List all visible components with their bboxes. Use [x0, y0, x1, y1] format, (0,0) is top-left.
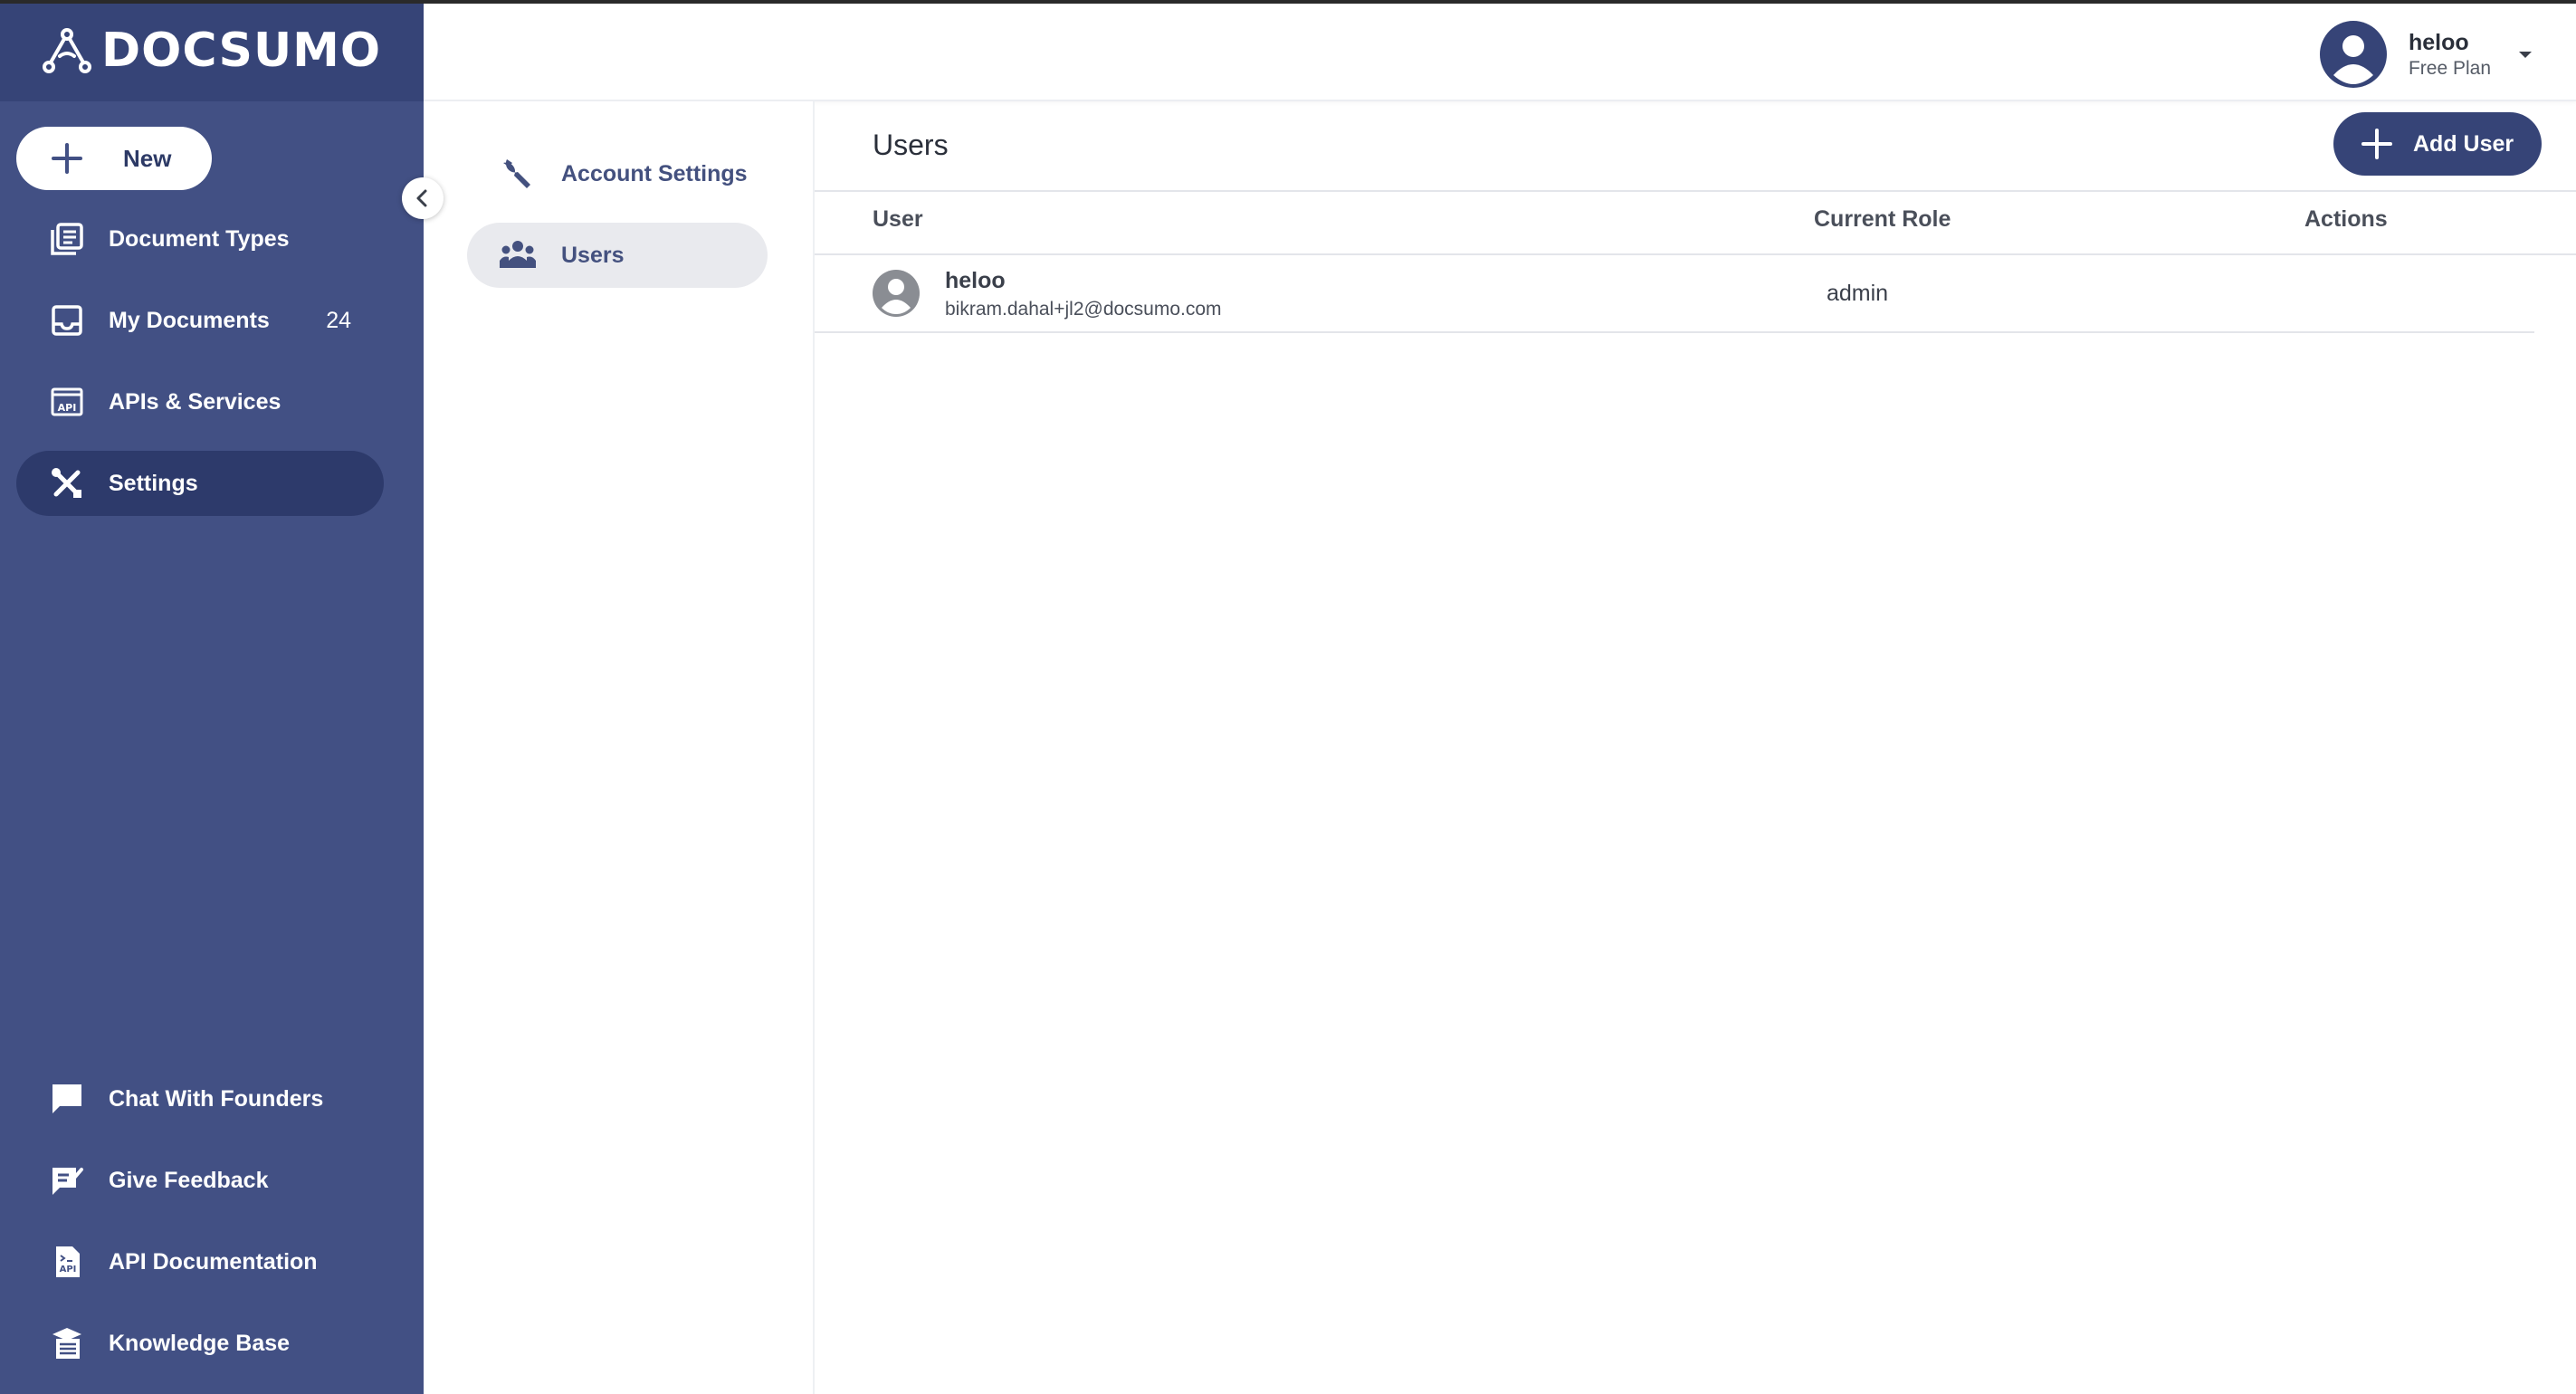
- page-title: Users: [873, 129, 949, 161]
- user-avatar-icon: [873, 270, 920, 317]
- user-row-role: admin: [1827, 281, 1889, 306]
- plus-icon: [2361, 129, 2392, 159]
- sidebar-item-api-documentation[interactable]: API API Documentation: [16, 1229, 384, 1294]
- sidebar-item-chat-with-founders[interactable]: Chat With Founders: [16, 1066, 384, 1131]
- sidebar-item-label: Document Types: [109, 225, 290, 252]
- new-button-label: New: [123, 144, 172, 172]
- settings-nav-label: Account Settings: [561, 160, 748, 186]
- chat-icon: [47, 1079, 87, 1119]
- sidebar-item-give-feedback[interactable]: Give Feedback: [16, 1148, 384, 1213]
- brand-logo[interactable]: DOCSUMO: [0, 0, 424, 101]
- add-user-label: Add User: [2413, 130, 2514, 157]
- users-panel: Users Add User User Current Role Actions…: [815, 101, 2576, 1394]
- users-group-icon: [500, 241, 536, 268]
- sidebar-item-knowledge-base[interactable]: Knowledge Base: [16, 1311, 384, 1376]
- svg-text:API: API: [58, 402, 77, 414]
- avatar: [2319, 21, 2387, 88]
- api-doc-icon: API: [47, 1242, 87, 1282]
- sidebar-item-my-documents[interactable]: My Documents 24: [16, 288, 384, 353]
- settings-nav-label: Users: [561, 242, 625, 268]
- sidebar-item-label: Chat With Founders: [109, 1085, 324, 1112]
- sidebar-item-settings[interactable]: Settings: [16, 451, 384, 516]
- sidebar: DOCSUMO New Document Types My Documents …: [0, 0, 424, 1394]
- settings-nav-users[interactable]: Users: [467, 223, 768, 288]
- new-button[interactable]: New: [16, 127, 212, 190]
- brand-name: DOCSUMO: [101, 24, 382, 78]
- sidebar-item-apis-services[interactable]: API APIs & Services: [16, 369, 384, 434]
- knowledge-base-icon: [47, 1323, 87, 1363]
- caret-down-icon: [2519, 52, 2532, 58]
- sidebar-item-document-types[interactable]: Document Types: [16, 206, 384, 272]
- sidebar-item-label: API Documentation: [109, 1248, 318, 1275]
- svg-text:API: API: [60, 1265, 77, 1275]
- user-info: heloo Free Plan: [2409, 30, 2491, 80]
- user-name: heloo: [2408, 29, 2469, 55]
- user-avatar-icon: [2333, 35, 2373, 84]
- add-user-button[interactable]: Add User: [2333, 112, 2542, 176]
- table-row[interactable]: heloo bikram.dahal+jl2@docsumo.com admin: [815, 255, 2534, 331]
- user-row-name: heloo: [945, 268, 1006, 293]
- wrench-icon: [503, 159, 530, 188]
- plus-icon: [52, 143, 82, 174]
- document-types-icon: [47, 219, 87, 259]
- top-header: heloo Free Plan: [424, 4, 2576, 101]
- chevron-left-icon: [416, 189, 427, 207]
- user-plan: Free Plan: [2408, 57, 2491, 79]
- settings-nav-account-settings[interactable]: Account Settings: [467, 141, 768, 206]
- collapse-sidebar-button[interactable]: [402, 177, 444, 219]
- header-divider: [815, 190, 2576, 192]
- settings-nav: Account Settings Users: [424, 101, 815, 1394]
- api-icon: API: [47, 382, 87, 422]
- docsumo-logo-icon: [43, 28, 91, 73]
- settings-tools-icon: [47, 463, 87, 503]
- column-header-user[interactable]: User: [873, 206, 923, 233]
- window-top-border: [0, 0, 2576, 4]
- sidebar-item-label: My Documents: [109, 307, 270, 333]
- sidebar-item-label: APIs & Services: [109, 388, 281, 415]
- row-divider: [815, 331, 2534, 333]
- column-header-actions: Actions: [2304, 206, 2388, 232]
- user-row-email: bikram.dahal+jl2@docsumo.com: [945, 299, 1222, 320]
- feedback-icon: [47, 1160, 87, 1200]
- sidebar-item-label: Knowledge Base: [109, 1330, 291, 1356]
- sidebar-item-label: Give Feedback: [109, 1167, 269, 1193]
- inbox-icon: [47, 301, 87, 340]
- column-header-current-role[interactable]: Current Role: [1814, 206, 1951, 233]
- user-menu[interactable]: heloo Free Plan: [2319, 18, 2534, 91]
- documents-count-badge: 24: [326, 307, 351, 333]
- sidebar-item-label: Settings: [109, 470, 198, 496]
